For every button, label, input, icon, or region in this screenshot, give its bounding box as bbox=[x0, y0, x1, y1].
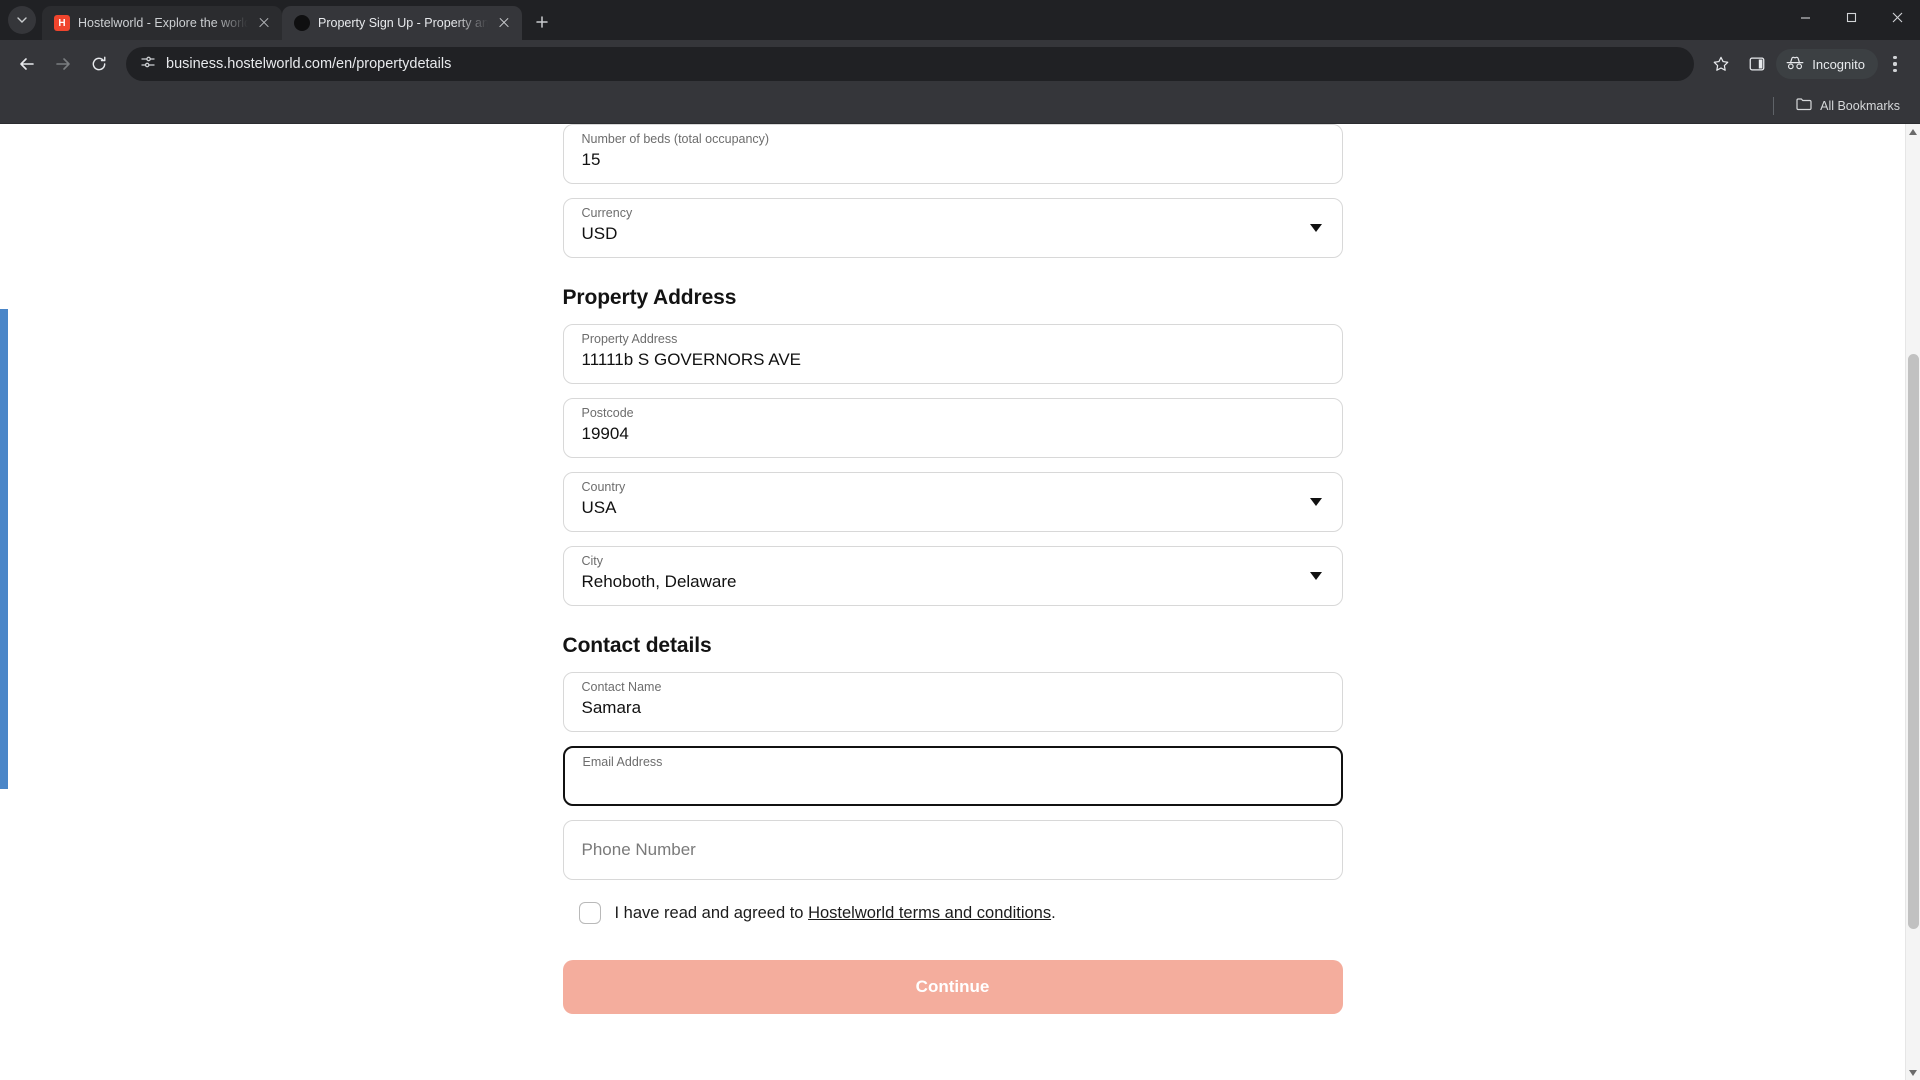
browser-toolbar: business.hostelworld.com/en/propertydeta… bbox=[0, 40, 1920, 88]
loading-dot-icon bbox=[294, 15, 310, 31]
folder-icon bbox=[1796, 97, 1812, 114]
field-label: Number of beds (total occupancy) bbox=[581, 132, 770, 146]
url-text: business.hostelworld.com/en/propertydeta… bbox=[166, 56, 452, 72]
bookmarks-bar: All Bookmarks bbox=[0, 88, 1920, 124]
toolbar-actions: Incognito bbox=[1704, 47, 1910, 81]
divider bbox=[1773, 96, 1775, 115]
tab-strip: H Hostelworld - Explore the world Proper… bbox=[0, 0, 1920, 40]
terms-agreement-row: I have read and agreed to Hostelworld te… bbox=[578, 902, 1343, 924]
field-value: 19904 bbox=[581, 423, 629, 443]
terms-and-conditions-link[interactable]: Hostelworld terms and conditions bbox=[808, 904, 1051, 922]
field-value: Samara bbox=[581, 697, 642, 717]
continue-button[interactable]: Continue bbox=[562, 960, 1343, 1014]
terms-text: I have read and agreed to Hostelworld te… bbox=[615, 904, 1056, 923]
three-dot-menu-icon[interactable] bbox=[1880, 56, 1910, 72]
page-settings-icon[interactable] bbox=[140, 54, 156, 75]
city-select[interactable]: City Rehoboth, Delaware bbox=[562, 546, 1343, 606]
all-bookmarks-label: All Bookmarks bbox=[1820, 98, 1900, 113]
tab-search-chevron-down-icon[interactable] bbox=[8, 6, 36, 34]
page-content: Number of beds (total occupancy) 15 Curr… bbox=[0, 124, 1905, 1080]
field-label: Email Address bbox=[582, 755, 663, 769]
field-label: Country bbox=[581, 480, 626, 494]
new-tab-button[interactable] bbox=[528, 8, 556, 36]
all-bookmarks-button[interactable]: All Bookmarks bbox=[1790, 93, 1906, 118]
scrollbar-thumb[interactable] bbox=[1908, 354, 1919, 929]
maximize-button[interactable] bbox=[1828, 0, 1874, 34]
scroll-up-arrow-icon[interactable] bbox=[1906, 124, 1920, 139]
terms-suffix: . bbox=[1051, 903, 1056, 922]
tab-title: Hostelworld - Explore the world bbox=[78, 16, 248, 30]
terms-checkbox[interactable] bbox=[578, 902, 601, 924]
forward-arrow-icon bbox=[46, 47, 80, 81]
side-panel-icon[interactable] bbox=[1740, 47, 1774, 81]
country-select[interactable]: Country USA bbox=[562, 472, 1343, 532]
postcode-field[interactable]: Postcode 19904 bbox=[562, 398, 1343, 458]
address-bar[interactable]: business.hostelworld.com/en/propertydeta… bbox=[126, 47, 1695, 81]
scrollbar-track[interactable] bbox=[1906, 139, 1920, 1065]
incognito-hat-icon bbox=[1785, 55, 1805, 74]
number-of-beds-field[interactable]: Number of beds (total occupancy) 15 bbox=[562, 124, 1343, 184]
page-viewport: Number of beds (total occupancy) 15 Curr… bbox=[0, 124, 1920, 1080]
email-address-field[interactable]: Email Address bbox=[562, 746, 1343, 806]
field-value: USA bbox=[581, 497, 617, 517]
field-label: City bbox=[581, 554, 604, 568]
close-icon[interactable] bbox=[496, 15, 512, 31]
tab-hostelworld[interactable]: H Hostelworld - Explore the world bbox=[42, 6, 282, 40]
currency-select[interactable]: Currency USD bbox=[562, 198, 1343, 258]
chevron-down-icon[interactable] bbox=[1309, 572, 1322, 580]
incognito-indicator[interactable]: Incognito bbox=[1776, 49, 1878, 79]
field-label: Currency bbox=[581, 206, 633, 220]
close-window-button[interactable] bbox=[1874, 0, 1920, 34]
field-value: Rehoboth, Delaware bbox=[581, 571, 737, 591]
window-controls bbox=[1782, 0, 1920, 40]
scroll-down-arrow-icon[interactable] bbox=[1906, 1065, 1920, 1080]
field-label: Postcode bbox=[581, 406, 634, 420]
chevron-down-icon[interactable] bbox=[1309, 224, 1322, 232]
terms-prefix: I have read and agreed to bbox=[614, 903, 809, 922]
browser-window: H Hostelworld - Explore the world Proper… bbox=[0, 0, 1920, 1080]
field-label: Contact Name bbox=[581, 680, 662, 694]
back-arrow-icon[interactable] bbox=[10, 47, 44, 81]
star-icon[interactable] bbox=[1704, 47, 1738, 81]
property-address-field[interactable]: Property Address 11111b S GOVERNORS AVE bbox=[562, 324, 1343, 384]
field-value: 15 bbox=[581, 149, 601, 169]
contact-details-heading: Contact details bbox=[562, 634, 712, 657]
hostelworld-icon: H bbox=[54, 15, 70, 31]
field-label: Property Address bbox=[581, 332, 678, 346]
incognito-label: Incognito bbox=[1812, 56, 1865, 72]
page-scrollbar[interactable] bbox=[1905, 124, 1920, 1080]
close-icon[interactable] bbox=[256, 15, 272, 31]
phone-number-field[interactable]: Phone Number bbox=[562, 820, 1343, 880]
tab-property-sign-up[interactable]: Property Sign Up - Property and bbox=[282, 6, 522, 40]
field-placeholder: Phone Number bbox=[581, 840, 696, 859]
property-address-heading: Property Address bbox=[562, 286, 737, 309]
field-value: USD bbox=[581, 223, 618, 243]
contact-name-field[interactable]: Contact Name Samara bbox=[562, 672, 1343, 732]
property-details-form: Number of beds (total occupancy) 15 Curr… bbox=[562, 124, 1343, 1080]
minimize-button[interactable] bbox=[1782, 0, 1828, 34]
chevron-down-icon[interactable] bbox=[1309, 498, 1322, 506]
reload-icon[interactable] bbox=[82, 47, 116, 81]
tab-title: Property Sign Up - Property and bbox=[318, 16, 488, 30]
field-value: 11111b S GOVERNORS AVE bbox=[581, 349, 802, 369]
